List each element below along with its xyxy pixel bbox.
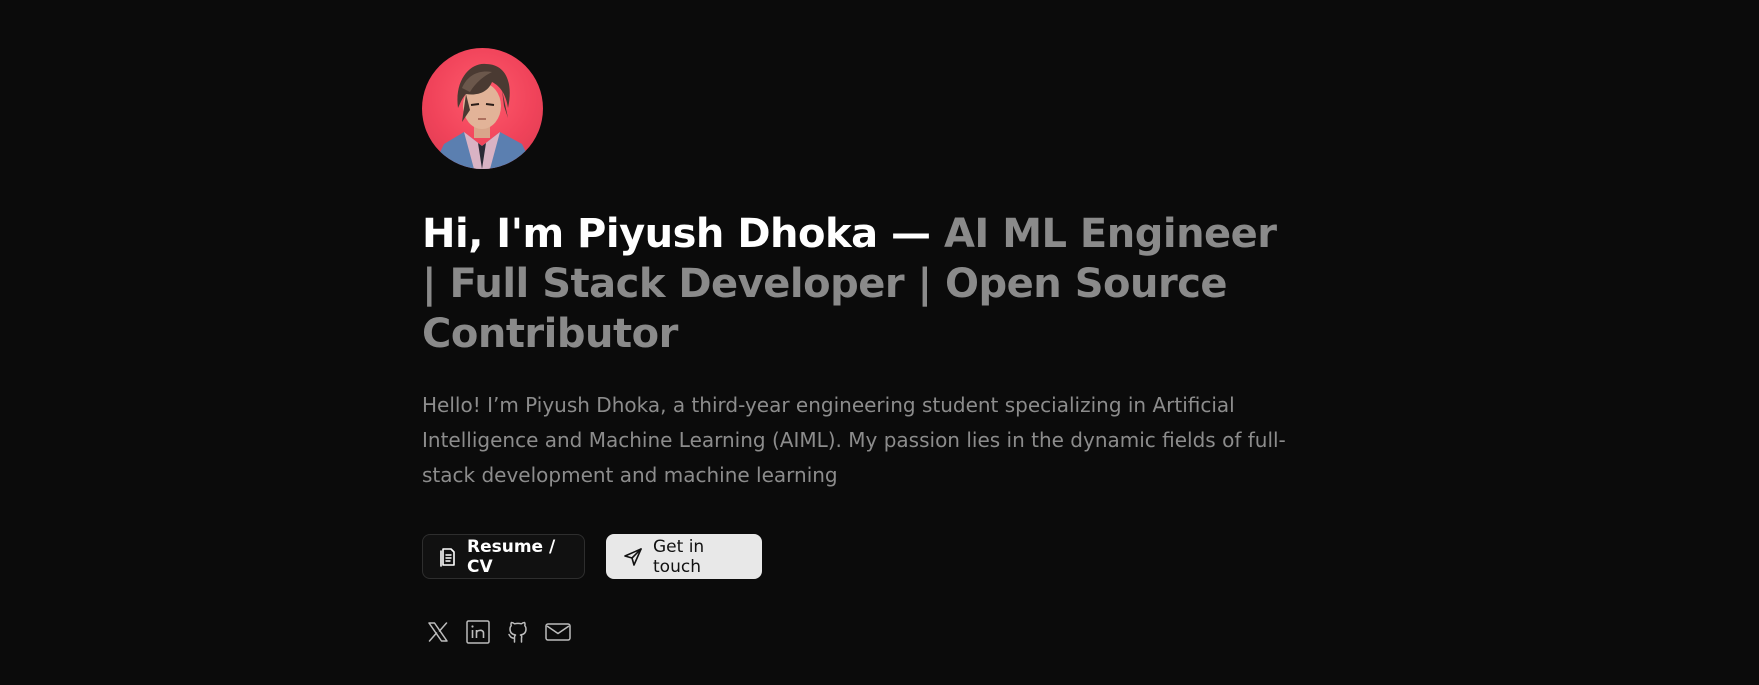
email-link[interactable] [544, 618, 572, 646]
github-icon [508, 621, 527, 643]
social-links [424, 618, 572, 646]
hero-actions: Resume / CV Get in touch [422, 534, 762, 579]
send-icon [624, 547, 642, 566]
avatar-illustration [432, 63, 534, 169]
linkedin-icon [466, 620, 490, 644]
x-icon [428, 622, 448, 642]
mail-icon [545, 623, 571, 641]
hero-section: Hi, I'm Piyush Dhoka — AI ML Engineer | … [422, 48, 1322, 644]
resume-button[interactable]: Resume / CV [422, 534, 585, 579]
avatar [422, 48, 543, 169]
headline-greeting: Hi, I'm Piyush Dhoka — [422, 211, 944, 257]
document-icon [440, 547, 455, 567]
get-in-touch-button-label: Get in touch [653, 536, 705, 577]
bio-text: Hello! I’m Piyush Dhoka, a third-year en… [422, 393, 1286, 487]
get-in-touch-button[interactable]: Get in touch [606, 534, 762, 579]
page-title: Hi, I'm Piyush Dhoka — AI ML Engineer | … [422, 209, 1302, 359]
github-link[interactable] [504, 618, 532, 646]
linkedin-link[interactable] [464, 618, 492, 646]
x-link[interactable] [424, 618, 452, 646]
resume-button-label: Resume / CV [467, 536, 556, 577]
